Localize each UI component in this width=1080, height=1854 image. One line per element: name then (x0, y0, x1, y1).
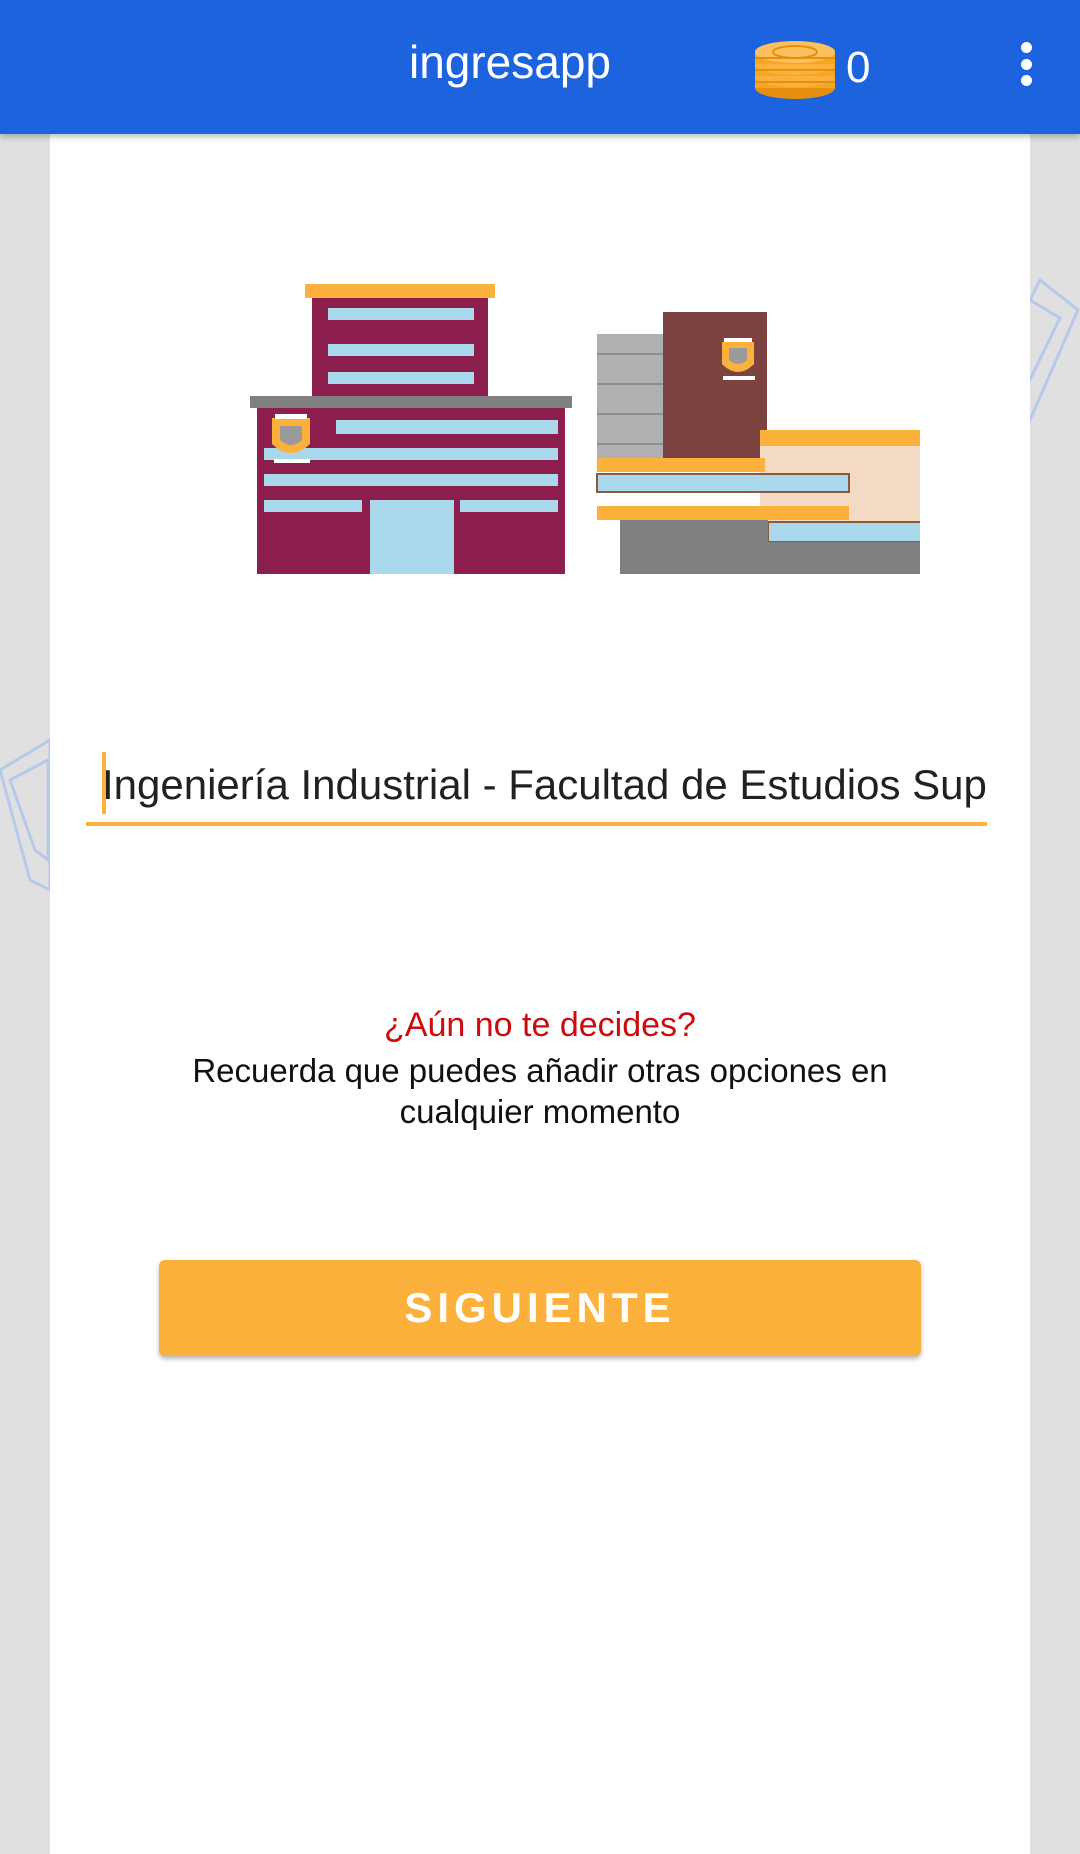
text-cursor (102, 752, 106, 814)
career-input[interactable] (102, 748, 987, 822)
career-select-field[interactable] (86, 748, 987, 826)
hint-text: Recuerda que puedes añadir otras opcione… (192, 1052, 888, 1130)
content-card: ¿Aún no te decides? Recuerda que puedes … (50, 134, 1030, 1854)
undecided-question: ¿Aún no te decides? (384, 1006, 696, 1044)
university-buildings-icon (250, 284, 920, 574)
coin-count: 0 (846, 43, 871, 92)
overflow-menu-icon[interactable] (1008, 36, 1044, 92)
app-bar: ingresapp 0 (0, 0, 1080, 134)
coins-icon (755, 41, 835, 99)
next-button[interactable]: SIGUIENTE (159, 1260, 921, 1356)
